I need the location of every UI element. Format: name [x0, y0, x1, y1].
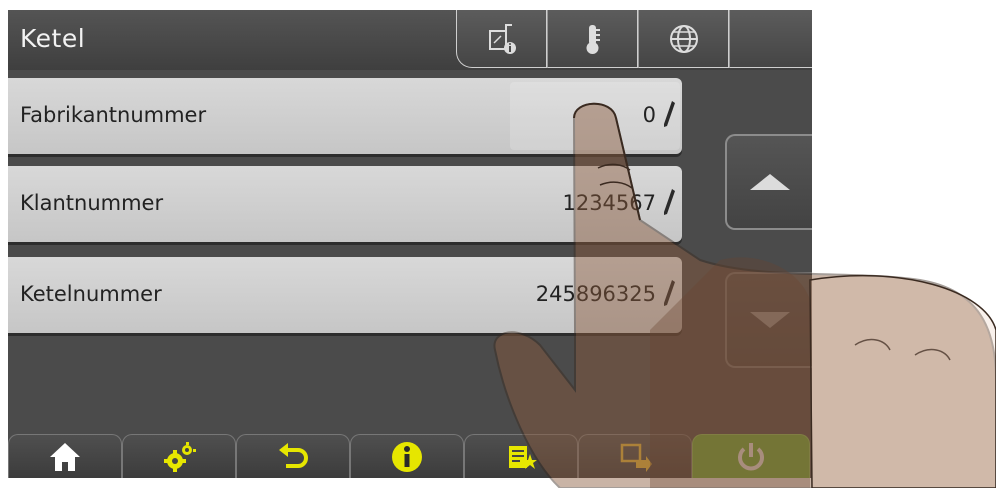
info-icon — [392, 441, 422, 472]
pencil-icon[interactable] — [662, 100, 676, 128]
back-arrow-icon — [279, 442, 308, 468]
row-klantnummer[interactable]: Klantnummer 1234567 — [8, 166, 682, 242]
row-label: Ketelnummer — [20, 282, 162, 306]
row-ketelnummer[interactable]: Ketelnummer 245896325 — [8, 257, 682, 333]
tab-language[interactable] — [638, 10, 729, 68]
home-icon — [50, 442, 80, 471]
tab-temperature[interactable] — [547, 10, 638, 68]
row-fabrikantnummer[interactable]: Fabrikantnummer 0 — [8, 78, 682, 154]
boiler-info-icon — [488, 23, 516, 54]
screen-transfer-icon — [620, 443, 652, 472]
row-value: 1234567 — [562, 191, 656, 215]
settings-gears-icon — [164, 441, 196, 472]
tab-boiler-info[interactable] — [456, 10, 547, 68]
header-tabs — [456, 10, 812, 70]
scroll-down-button[interactable] — [725, 272, 812, 368]
home-button[interactable] — [8, 434, 122, 478]
triangle-down-icon — [749, 312, 790, 328]
triangle-up-icon — [749, 174, 790, 190]
settings-button[interactable] — [122, 434, 236, 478]
page-title: Ketel — [20, 24, 86, 53]
power-icon — [738, 442, 764, 470]
info-button[interactable] — [350, 434, 464, 478]
pencil-icon[interactable] — [662, 279, 676, 307]
tab-empty[interactable] — [729, 10, 812, 68]
device-screen: Ketel Fabrikantnummer 0 Klantnummer 1234… — [8, 10, 812, 478]
power-button[interactable] — [692, 434, 810, 478]
favorites-list-icon — [509, 445, 537, 469]
back-button[interactable] — [236, 434, 350, 478]
row-label: Fabrikantnummer — [20, 103, 207, 127]
row-label: Klantnummer — [20, 191, 164, 215]
thermometer-icon — [586, 24, 600, 54]
pencil-icon[interactable] — [662, 188, 676, 216]
bottom-nav-bar — [8, 434, 812, 478]
row-value: 245896325 — [535, 282, 656, 306]
screen-transfer-button[interactable] — [578, 434, 692, 478]
header-bar: Ketel — [8, 10, 812, 70]
row-value: 0 — [642, 103, 656, 127]
globe-icon — [669, 24, 698, 53]
favorites-button[interactable] — [464, 434, 578, 478]
scroll-up-button[interactable] — [725, 134, 812, 230]
